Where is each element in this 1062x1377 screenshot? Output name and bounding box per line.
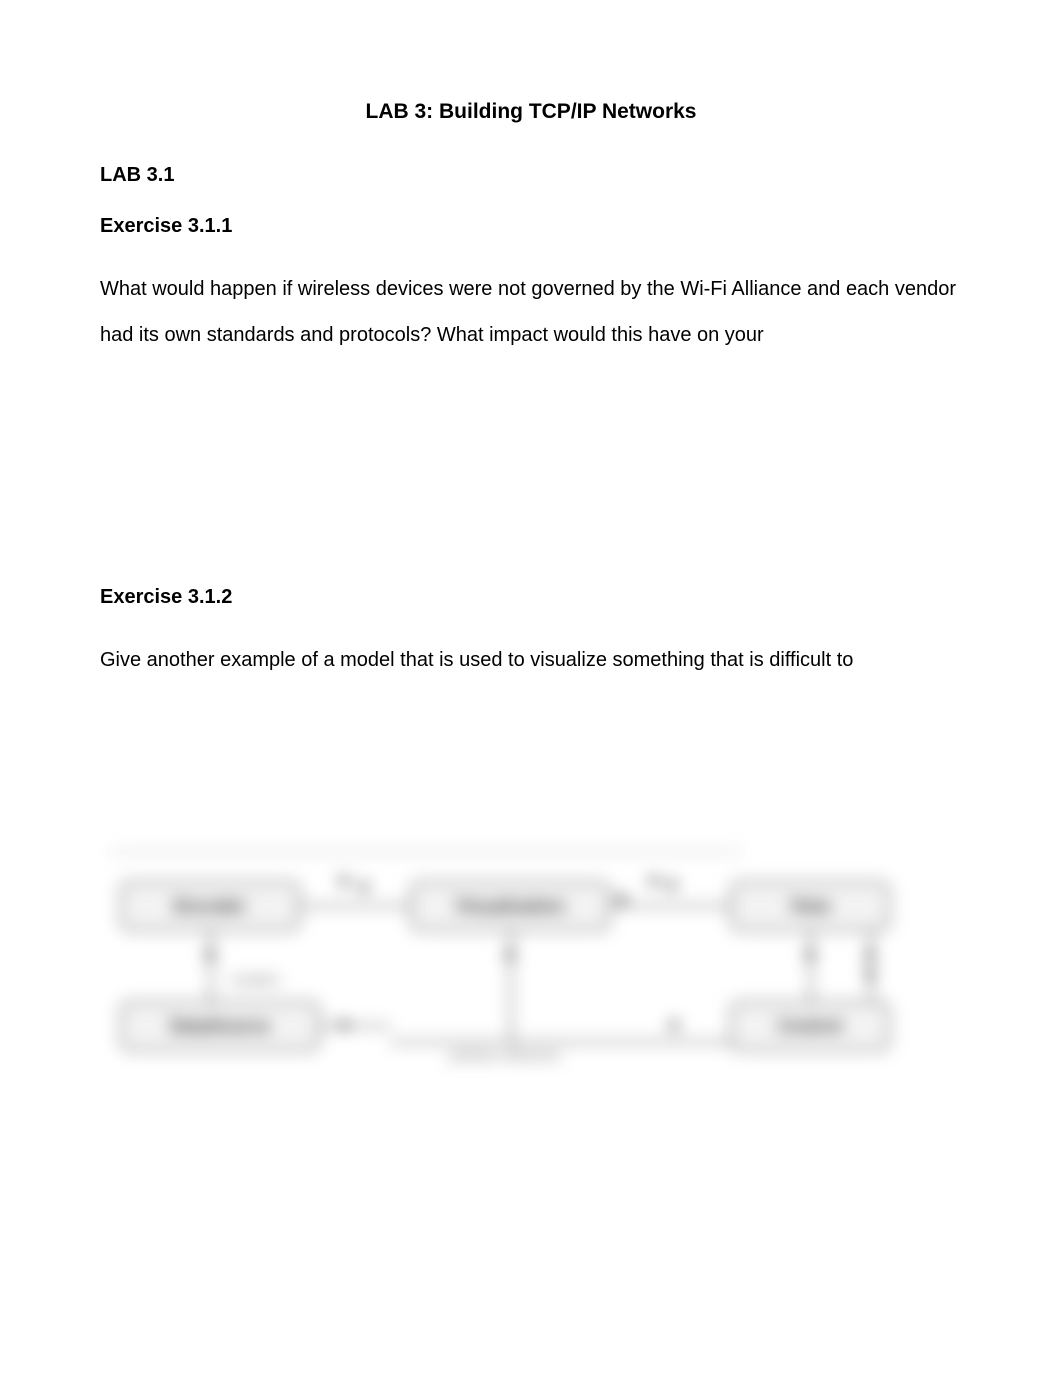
page-title: LAB 3: Building TCP/IP Networks [100,100,962,124]
connector [870,931,872,1001]
connector-dot [340,877,348,885]
connector-dot [650,877,658,885]
exercise-2-text: Give another example of a model that is … [100,637,962,683]
connector-dot [206,951,214,959]
connector [320,1025,390,1027]
exercise-1-text: What would happen if wireless devices we… [100,266,962,358]
connector-dot [866,951,874,959]
connector-dot [340,1021,348,1029]
connector [510,931,512,1041]
connector-dot [360,883,368,891]
exercise-2-heading: Exercise 3.1.2 [100,586,962,609]
connector [300,905,410,907]
model-diagram: Encoder Visualization View DataSource Co… [110,871,952,1071]
connector-dot [668,881,676,889]
connector [810,931,812,1001]
connector-dot [506,951,514,959]
spacer [100,386,962,586]
connector-dot [618,895,626,903]
connector-dot [866,971,874,979]
exercise-1-heading: Exercise 3.1.1 [100,215,962,238]
diagram-label-reference: prefuse reference [450,1047,560,1063]
lab-heading: LAB 3.1 [100,164,962,187]
diagram-box-datasource: DataSource [120,1001,320,1051]
diagram-box-visualization: Visualization [410,881,610,931]
divider [110,851,742,853]
connector [210,931,212,1001]
diagram-box-encoder: Encoder [120,881,300,931]
diagram-label-creation: creation [230,971,280,987]
connector-dot [670,1021,678,1029]
diagram-container: Encoder Visualization View DataSource Co… [100,851,962,1071]
spacer [100,711,962,831]
diagram-box-view: View [730,881,890,931]
connector-dot [806,951,814,959]
connector [390,1041,730,1043]
connector [610,905,730,907]
diagram-box-control: Control [730,1001,890,1051]
